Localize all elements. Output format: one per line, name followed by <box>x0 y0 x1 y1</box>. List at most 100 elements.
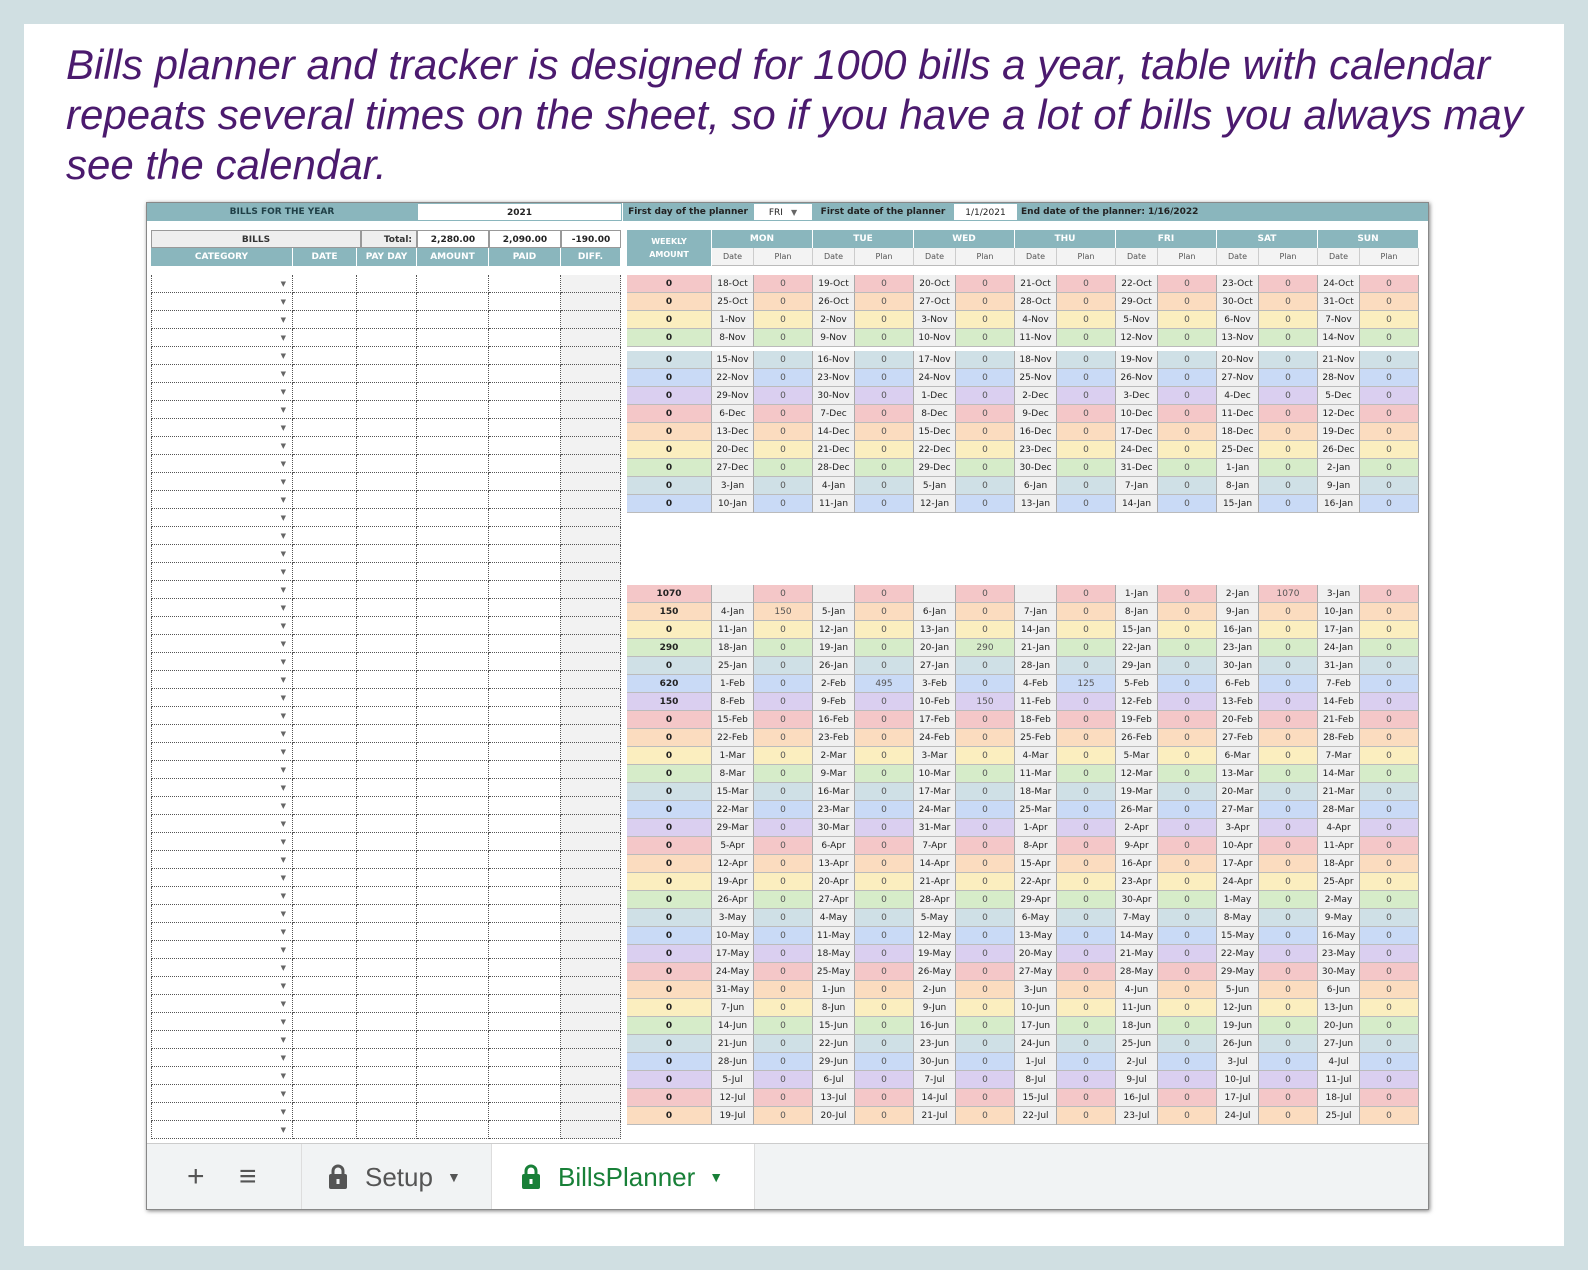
bill-amount-cell[interactable] <box>417 563 489 581</box>
calendar-week-row: 0 15-Nov 0 16-Nov 0 17-Nov 0 18-Nov 0 19-Nov 0 20-N… <box>147 351 1428 369</box>
date-cell <box>712 585 754 603</box>
weekly-amount-cell: 0 <box>627 657 712 675</box>
plan-cell: 0 <box>1057 657 1116 675</box>
calendar-week-row: 1070 0 0 0 0 1-Jan 0 2-Jan 1070 3-Jan 0 <box>147 585 1428 603</box>
weekly-amount-cell: 0 <box>627 729 712 747</box>
first-day-select[interactable]: FRI ▼ <box>753 203 813 221</box>
bill-paid-cell[interactable] <box>489 545 561 563</box>
calendar-week-row: 0 3-Jan 0 4-Jan 0 5-Jan 0 6-Jan 0 7-Jan 0 8-Jan 0 9-J… <box>147 477 1428 495</box>
plan-cell: 495 <box>855 675 914 693</box>
card: Bills planner and tracker is designed fo… <box>24 24 1564 1246</box>
calendar-week-row: 0 8-Mar 0 9-Mar 0 10-Mar 0 11-Mar 0 12-Mar 0 13-Mar… <box>147 765 1428 783</box>
plan-cell: 0 <box>1057 329 1116 347</box>
date-cell: 23-Feb <box>813 729 855 747</box>
date-cell: 10-Jan <box>712 495 754 513</box>
calendar-week-row: 0 17-May 0 18-May 0 19-May 0 20-May 0 21-May 0 22-M… <box>147 945 1428 963</box>
category-dropdown[interactable]: ▼ <box>151 527 293 545</box>
date-cell: 26-Nov <box>1116 369 1158 387</box>
bill-payday-cell[interactable] <box>357 563 417 581</box>
plan-cell: 0 <box>1057 1053 1116 1071</box>
calendar-week-row: 0 31-May 0 1-Jun 0 2-Jun 0 3-Jun 0 4-Jun 0 5-Jun 0 6-… <box>147 981 1428 999</box>
category-dropdown[interactable]: ▼ <box>151 545 293 563</box>
date-cell: 27-Oct <box>914 293 956 311</box>
bill-date-cell[interactable] <box>293 563 357 581</box>
date-cell: 10-Mar <box>914 765 956 783</box>
weekly-amount-cell: 0 <box>627 891 712 909</box>
plan-cell: 0 <box>855 765 914 783</box>
plan-cell: 0 <box>1259 387 1318 405</box>
tab-setup[interactable]: Setup ▼ <box>327 1144 461 1209</box>
date-cell: 8-Nov <box>712 329 754 347</box>
category-dropdown[interactable]: ▼ <box>151 563 293 581</box>
plan-cell: 0 <box>855 1107 914 1125</box>
plan-cell: 0 <box>855 1071 914 1089</box>
date-cell: 24-May <box>712 963 754 981</box>
bill-row: ▼ <box>147 545 1428 563</box>
add-sheet-icon[interactable]: + <box>187 1144 205 1209</box>
date-cell: 28-Jun <box>712 1053 754 1071</box>
date-cell: 19-Jul <box>712 1107 754 1125</box>
bill-payday-cell[interactable] <box>357 527 417 545</box>
date-cell <box>813 585 855 603</box>
plan-cell: 0 <box>1057 1071 1116 1089</box>
calendar-week-row: 0 6-Dec 0 7-Dec 0 8-Dec 0 9-Dec 0 10-Dec 0 11-Dec 0 1… <box>147 405 1428 423</box>
plan-cell: 0 <box>1360 1089 1419 1107</box>
plan-cell: 150 <box>956 693 1015 711</box>
calendar-week-row: 0 1-Mar 0 2-Mar 0 3-Mar 0 4-Mar 0 5-Mar 0 6-Mar 0 7-M… <box>147 747 1428 765</box>
date-cell: 24-Apr <box>1217 873 1259 891</box>
plan-cell: 0 <box>1360 729 1419 747</box>
date-cell: 19-Dec <box>1318 423 1360 441</box>
date-cell: 9-Jun <box>914 999 956 1017</box>
date-cell: 21-Apr <box>914 873 956 891</box>
all-sheets-icon[interactable]: ≡ <box>239 1144 257 1209</box>
date-cell: 25-Nov <box>1015 369 1057 387</box>
plan-cell: 0 <box>754 351 813 369</box>
weekly-amount-cell: 0 <box>627 711 712 729</box>
bill-payday-cell[interactable] <box>357 545 417 563</box>
date-cell: 6-May <box>1015 909 1057 927</box>
bill-amount-cell[interactable] <box>417 527 489 545</box>
calendar-week-row: 0 19-Apr 0 20-Apr 0 21-Apr 0 22-Apr 0 23-Apr 0 24-A… <box>147 873 1428 891</box>
weekly-amount-cell: 0 <box>627 855 712 873</box>
date-cell: 6-Jan <box>914 603 956 621</box>
date-cell: 4-Dec <box>1217 387 1259 405</box>
tab-billsplanner[interactable]: BillsPlanner ▼ <box>492 1144 754 1209</box>
date-cell: 2-Apr <box>1116 819 1158 837</box>
date-cell: 18-Dec <box>1217 423 1259 441</box>
bill-date-cell[interactable] <box>293 545 357 563</box>
date-cell <box>914 585 956 603</box>
weekly-amount-cell: 0 <box>627 981 712 999</box>
date-cell: 29-Mar <box>712 819 754 837</box>
date-cell: 28-Feb <box>1318 729 1360 747</box>
plan-cell: 0 <box>956 459 1015 477</box>
plan-cell: 0 <box>956 981 1015 999</box>
date-cell: 19-Nov <box>1116 351 1158 369</box>
plan-cell: 0 <box>1259 747 1318 765</box>
bill-paid-cell[interactable] <box>489 563 561 581</box>
bill-amount-cell[interactable] <box>417 545 489 563</box>
date-cell: 27-Dec <box>712 459 754 477</box>
plan-cell: 0 <box>1360 945 1419 963</box>
weekly-amount-cell: 0 <box>627 747 712 765</box>
calendar-week-row: 0 7-Jun 0 8-Jun 0 9-Jun 0 10-Jun 0 11-Jun 0 12-Jun 0… <box>147 999 1428 1017</box>
bill-date-cell[interactable] <box>293 527 357 545</box>
plan-cell: 0 <box>956 311 1015 329</box>
date-cell: 3-Mar <box>914 747 956 765</box>
year-cell[interactable]: 2021 <box>417 203 622 221</box>
plan-cell: 0 <box>956 819 1015 837</box>
first-date-value[interactable]: 1/1/2021 <box>953 203 1018 221</box>
plan-cell: 0 <box>1158 945 1217 963</box>
plan-cell: 0 <box>1158 873 1217 891</box>
date-cell: 20-May <box>1015 945 1057 963</box>
date-cell: 8-Jul <box>1015 1071 1057 1089</box>
bill-paid-cell[interactable] <box>489 527 561 545</box>
date-cell: 24-Oct <box>1318 275 1360 293</box>
date-cell: 13-May <box>1015 927 1057 945</box>
date-cell: 12-Jan <box>813 621 855 639</box>
plan-cell: 0 <box>1259 675 1318 693</box>
plan-cell: 0 <box>855 909 914 927</box>
date-cell: 26-Feb <box>1116 729 1158 747</box>
date-cell: 29-Apr <box>1015 891 1057 909</box>
plan-cell: 0 <box>1360 675 1419 693</box>
plan-cell: 0 <box>1360 1053 1419 1071</box>
